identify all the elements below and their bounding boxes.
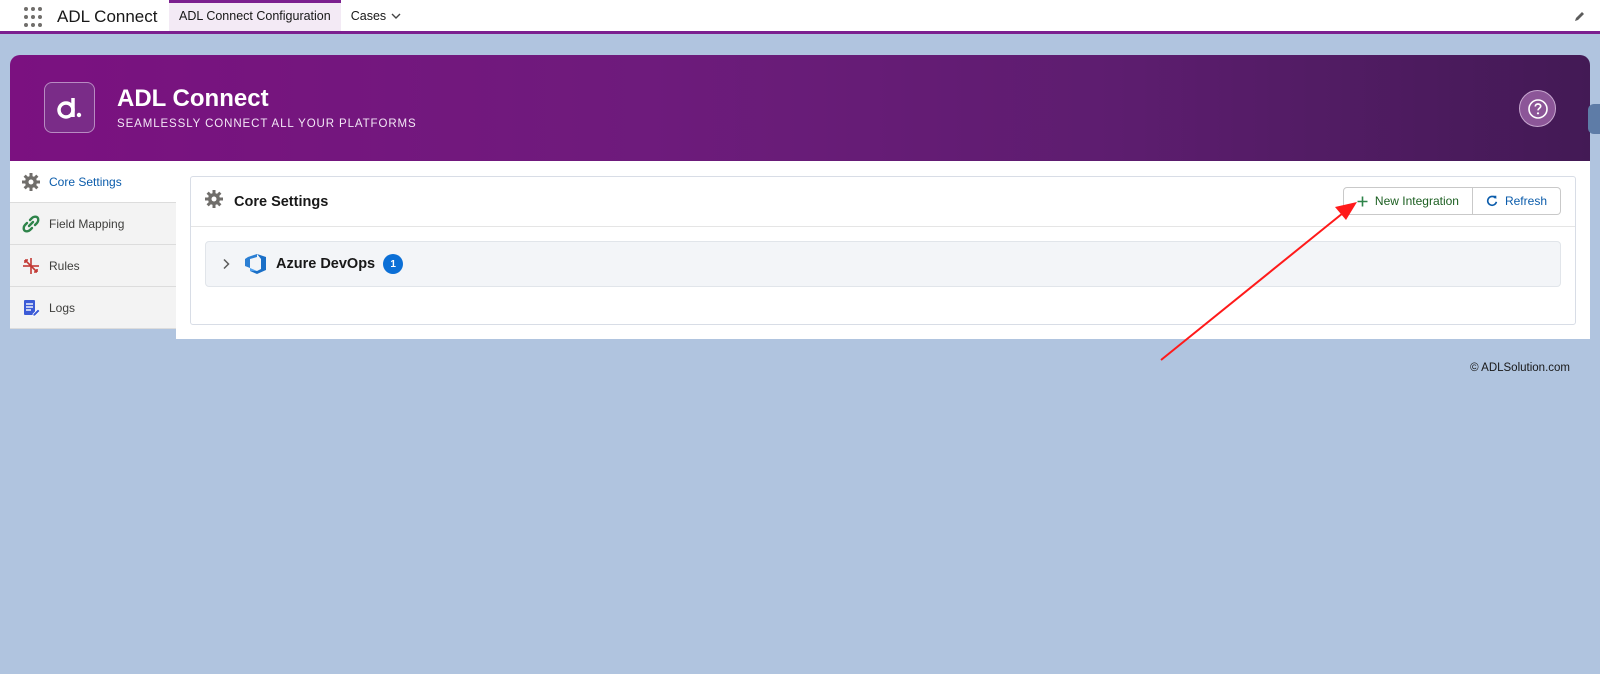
plus-icon (1357, 196, 1368, 207)
chevron-down-icon[interactable] (390, 10, 402, 22)
refresh-button[interactable]: Refresh (1472, 187, 1561, 215)
button-label: New Integration (1374, 194, 1459, 208)
banner-subtitle: SEAMLESSLY CONNECT ALL YOUR PLATFORMS (117, 118, 417, 130)
card-header: Core Settings New Integration Refresh (191, 177, 1575, 227)
global-nav: ADL Connect ADL Connect Configuration Ca… (0, 0, 1600, 34)
help-icon[interactable] (1519, 90, 1556, 127)
azure-devops-icon (245, 254, 266, 274)
sidebar-item-label: Core Settings (49, 174, 122, 189)
tab-adl-connect-configuration[interactable]: ADL Connect Configuration (169, 0, 341, 31)
sidebar-item-logs[interactable]: Logs (10, 287, 176, 329)
app-name: ADL Connect (57, 7, 158, 26)
link-icon (21, 214, 41, 234)
tab-cases[interactable]: Cases (341, 0, 412, 31)
header-banner: ADL Connect SEAMLESSLY CONNECT ALL YOUR … (10, 55, 1590, 161)
new-integration-button[interactable]: New Integration (1342, 187, 1473, 215)
adl-logo-icon (44, 82, 95, 133)
sidebar-item-label: Logs (49, 300, 76, 315)
chevron-right-icon[interactable] (220, 258, 232, 270)
rules-icon (21, 256, 41, 276)
tab-label: Cases (350, 8, 387, 23)
sidebar: Core Settings Field Mapping Rules Logs (10, 161, 176, 329)
sidebar-item-rules[interactable]: Rules (10, 245, 176, 287)
logs-icon (21, 298, 41, 318)
banner-title: ADL Connect (117, 85, 269, 112)
gear-icon (21, 172, 41, 192)
utility-panel-handle[interactable] (1588, 104, 1600, 134)
sidebar-item-label: Field Mapping (49, 216, 125, 231)
count-badge: 1 (383, 254, 404, 274)
button-label: Refresh (1504, 194, 1547, 208)
refresh-icon (1486, 195, 1498, 207)
footer-copyright: © ADLSolution.com (1470, 362, 1570, 374)
integration-section-azure-devops[interactable]: Azure DevOps 1 (205, 241, 1561, 287)
sidebar-item-label: Rules (49, 258, 80, 273)
main-content: Core Settings New Integration Refresh Az… (176, 161, 1590, 339)
integration-name: Azure DevOps (276, 256, 376, 272)
pencil-icon[interactable] (1574, 10, 1586, 22)
core-settings-card: Core Settings New Integration Refresh Az… (190, 176, 1576, 325)
sidebar-item-field-mapping[interactable]: Field Mapping (10, 203, 176, 245)
sidebar-item-core-settings[interactable]: Core Settings (10, 161, 176, 203)
header-actions: New Integration Refresh (1342, 187, 1561, 215)
gear-icon (204, 189, 224, 214)
app-launcher-icon[interactable] (24, 6, 46, 28)
page-title: Core Settings (234, 193, 329, 210)
tab-label: ADL Connect Configuration (179, 8, 331, 23)
